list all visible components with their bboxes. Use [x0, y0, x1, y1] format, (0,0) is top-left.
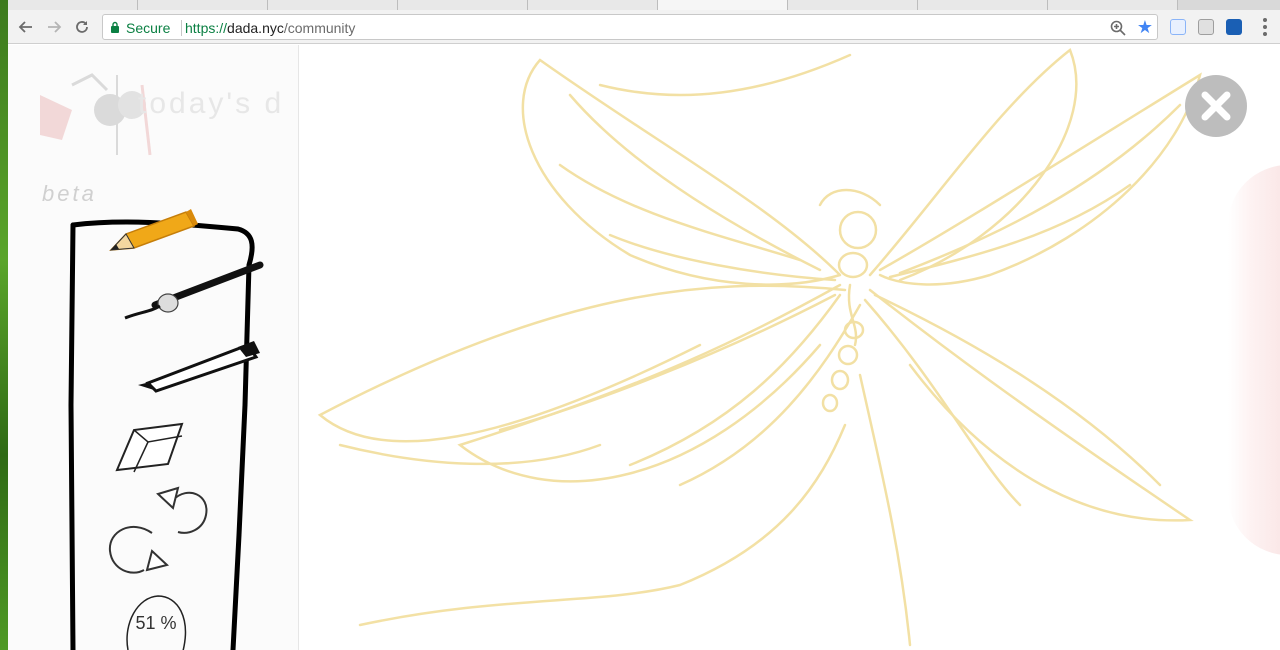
url-text[interactable]: https://dada.nyc/community [185, 20, 355, 36]
web-page: today's d beta 51 % [8, 45, 1280, 650]
tab[interactable] [788, 0, 918, 10]
banner-title: today's d [138, 87, 285, 120]
lock-icon [111, 21, 119, 33]
tab-active[interactable] [658, 0, 788, 10]
url-path: /community [283, 20, 356, 36]
beta-label: beta [42, 181, 97, 206]
reload-button[interactable] [70, 16, 94, 38]
arrow-right-icon [48, 21, 62, 33]
tab[interactable] [1048, 0, 1178, 10]
browser-menu-icon[interactable] [1262, 18, 1268, 36]
zoom-indicator[interactable]: 51 % [123, 593, 189, 650]
forward-button[interactable] [42, 16, 66, 38]
tab[interactable] [8, 0, 138, 10]
brush-tool-icon[interactable] [120, 260, 270, 330]
pencil-tool-icon[interactable] [106, 200, 206, 255]
extension-search-icon[interactable] [1198, 19, 1214, 35]
eraser-tool-icon[interactable] [112, 420, 192, 480]
tab[interactable] [398, 0, 528, 10]
drawing-canvas[interactable] [300, 45, 1230, 650]
url-host: dada.nyc [227, 20, 284, 36]
banner: today's d [8, 45, 299, 165]
undo-icon[interactable] [102, 515, 182, 585]
pen-tool-icon[interactable] [138, 335, 268, 395]
zoom-icon[interactable] [1109, 19, 1127, 37]
divider [181, 20, 182, 36]
close-icon [1201, 91, 1231, 121]
extension-icon[interactable] [1170, 19, 1186, 35]
extension-search-blue-icon[interactable] [1226, 19, 1242, 35]
secure-label: Secure [126, 20, 171, 36]
tab[interactable] [138, 0, 268, 10]
close-button[interactable] [1185, 75, 1247, 137]
tab[interactable] [268, 0, 398, 10]
arrow-left-icon [18, 21, 32, 33]
reload-icon [76, 21, 88, 33]
tab-strip [8, 0, 1280, 10]
background-decoration [1228, 165, 1280, 555]
url-scheme: https:// [185, 20, 228, 36]
address-bar[interactable]: Secure https://dada.nyc/community ★ [102, 14, 1158, 40]
tab[interactable] [528, 0, 658, 10]
bookmark-star-icon[interactable]: ★ [1137, 17, 1153, 38]
back-button[interactable] [14, 16, 38, 38]
zoom-percent-label: 51 % [135, 613, 177, 633]
left-panel: today's d beta 51 % [8, 45, 299, 650]
browser-toolbar: Secure https://dada.nyc/community ★ [8, 10, 1280, 44]
desktop-background [0, 0, 8, 650]
tab[interactable] [918, 0, 1048, 10]
